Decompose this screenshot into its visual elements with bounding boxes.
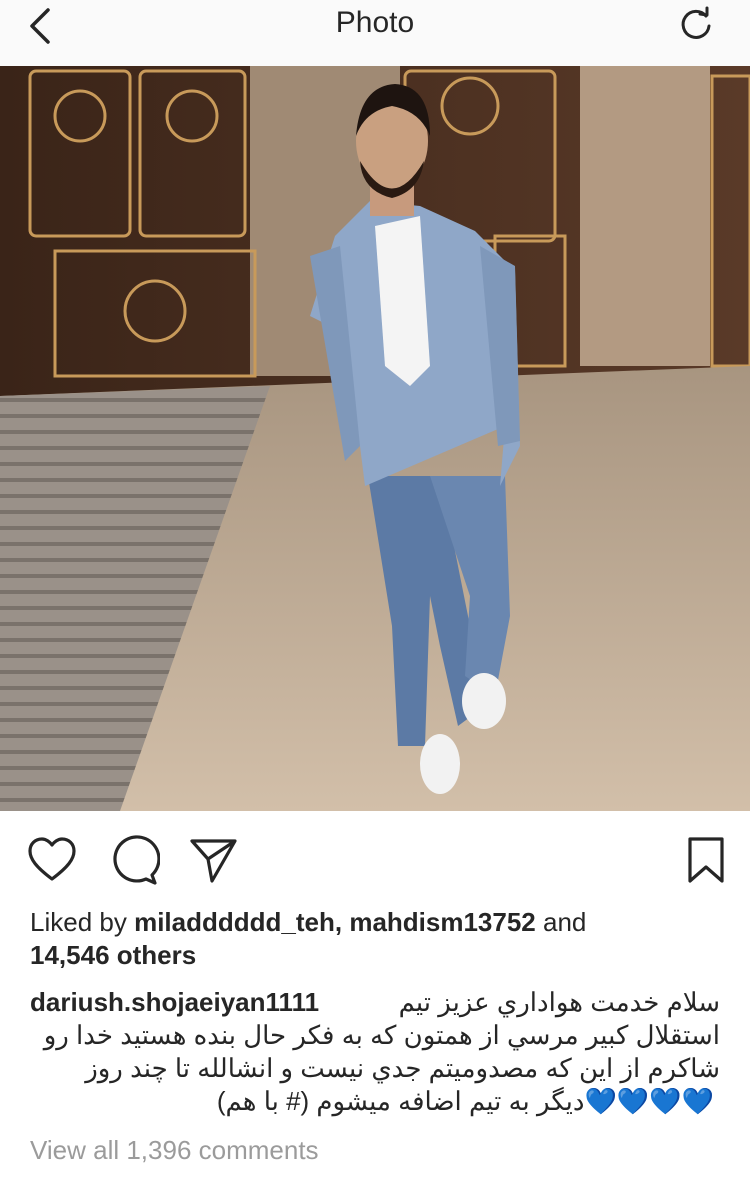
refresh-icon[interactable] — [676, 4, 716, 44]
post-actions — [0, 835, 750, 887]
post-caption: dariush.shojaeiyan1111 سلام خدمت هواداري… — [30, 986, 720, 1118]
page-title: Photo — [335, 6, 415, 39]
likes-summary: Liked by miladddddd_teh, mahdism13752 an… — [30, 906, 720, 972]
likes-prefix: Liked by — [30, 907, 127, 937]
caption-username[interactable]: dariush.shojaeiyan1111 — [30, 986, 319, 1019]
send-icon[interactable] — [188, 835, 240, 887]
caption-line: ديگر به تيم اضافه ميشوم (# با هم) — [216, 1086, 585, 1116]
bookmark-icon[interactable] — [680, 835, 732, 887]
caption-line: سلام خدمت هواداري عزيز تيم — [398, 987, 720, 1017]
heart-icon[interactable] — [26, 835, 78, 887]
navigation-bar: Photo — [0, 0, 750, 67]
likes-count[interactable]: 14,546 others — [30, 940, 196, 970]
caption-line: استقلال كبير مرسي از همتون كه به فكر حال… — [43, 1020, 720, 1050]
likes-separator: , — [334, 907, 343, 937]
view-all-comments-link[interactable]: View all 1,396 comments — [30, 1135, 319, 1166]
caption-line: شاكرم از اين كه مصدوميتم جدي نيست و انشا… — [85, 1053, 720, 1083]
liker-username[interactable]: mahdism13752 — [349, 907, 535, 937]
blue-heart-emoji: 💙💙💙💙 — [584, 1086, 715, 1116]
comment-icon[interactable] — [108, 835, 161, 887]
likes-and: and — [543, 907, 587, 937]
post-photo[interactable] — [0, 66, 750, 811]
liker-username[interactable]: miladddddd_teh — [134, 907, 335, 937]
